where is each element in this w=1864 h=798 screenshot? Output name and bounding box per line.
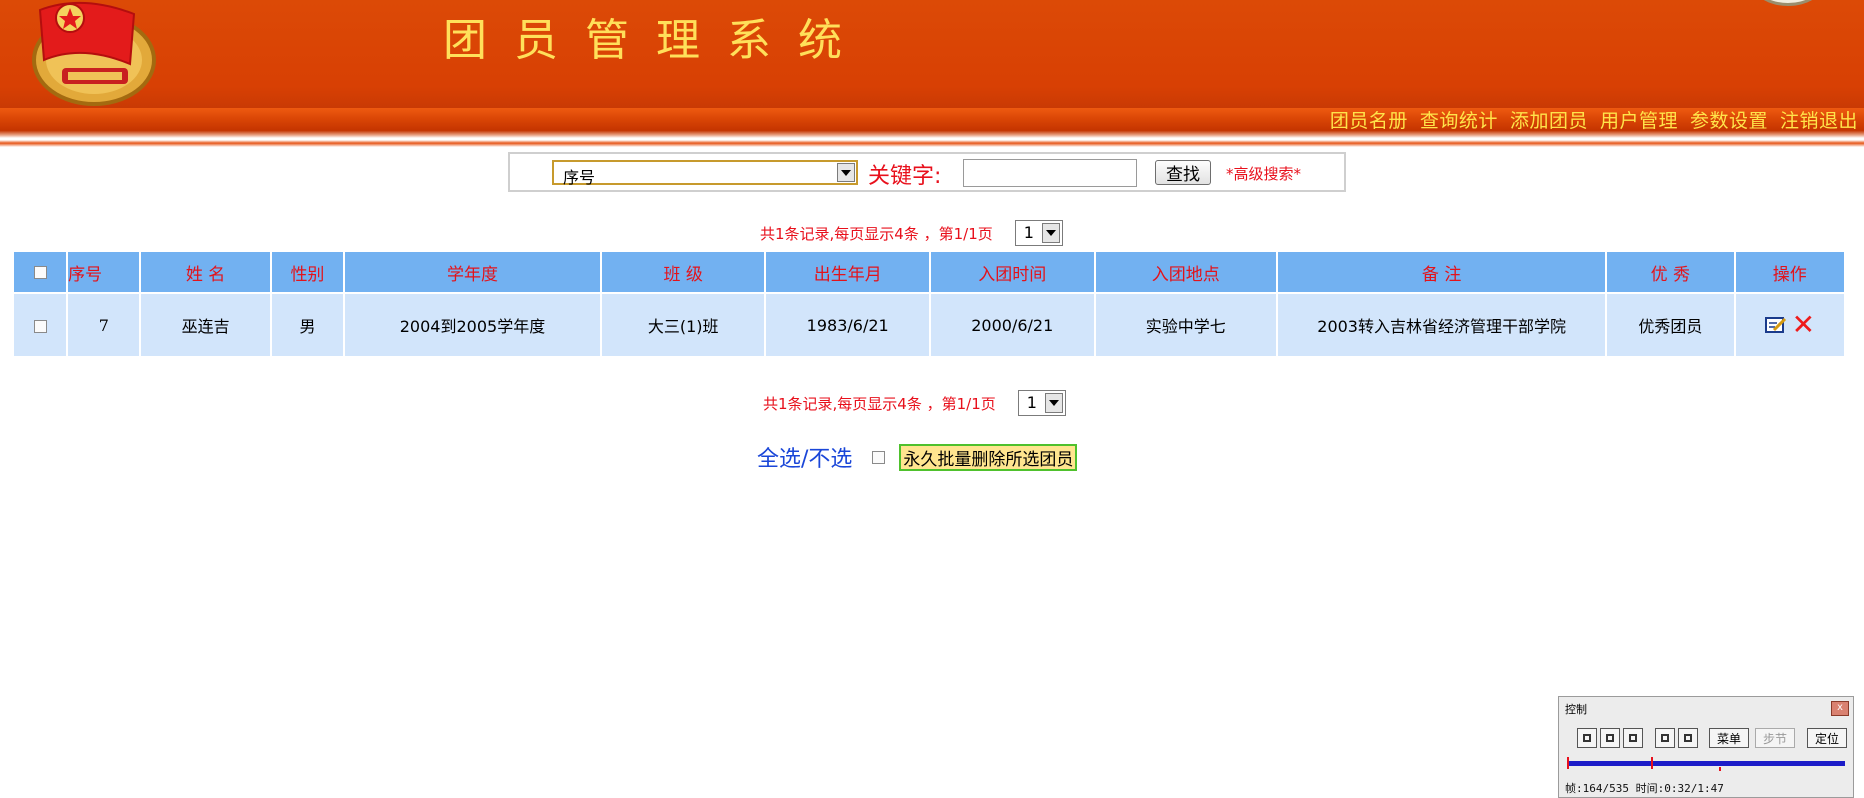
pager-top: 共1条记录,每页显示4条 ，第1/1页 1 [760,220,1063,246]
search-panel: 序号 关键字: 查找 *高级搜索* [508,152,1346,192]
cell-birth-date: 1983/6/21 [766,294,929,356]
row-checkbox[interactable] [33,319,47,333]
col-header: 入团时间 [930,252,1094,292]
col-header: 入团地点 [1095,252,1277,292]
divider [0,140,1864,147]
cell-id: 7 [68,294,140,356]
select-all-label: 全选/不选 [757,447,853,472]
col-header: 操作 [1735,252,1844,292]
row-select-cell [14,294,67,356]
col-header: 姓 名 [141,252,270,292]
stop-button[interactable] [1600,728,1620,748]
chevron-down-icon[interactable] [1041,223,1060,243]
cell-gender: 男 [271,294,344,356]
close-icon[interactable]: x [1831,701,1849,716]
cell-actions: ✕ [1735,294,1844,356]
bulk-actions: 全选/不选 永久批量删除所选团员 [757,441,1078,473]
fullscreen-button[interactable] [1678,728,1698,748]
cell-excellent: 优秀团员 [1607,294,1734,356]
nav-roster[interactable]: 团员名册 [1330,106,1408,133]
col-header: 班 级 [601,252,765,292]
chevron-down-icon[interactable] [1044,393,1063,413]
search-field-value: 序号 [563,168,596,187]
record-summary: 共1条记录,每页显示4条 ，第1/1页 [760,224,993,243]
fit-window-button[interactable] [1655,728,1675,748]
progress-playhead[interactable] [1651,757,1653,769]
playback-progress-track[interactable] [1567,761,1845,766]
chevron-down-icon[interactable] [837,163,855,182]
table-header-row: 序号 姓 名 性别 学年度 班 级 出生年月 入团时间 入团地点 备 注 优 秀… [14,252,1844,292]
step-button[interactable]: 步节 [1755,728,1795,748]
col-header: 出生年月 [766,252,929,292]
page-title: 团员管理系统 [443,15,869,66]
keyword-input[interactable] [963,159,1137,187]
cell-school-year: 2004到2005学年度 [345,294,600,356]
page-select-value: 1 [1023,223,1034,242]
header-bar: 团员管理系统 [0,0,1864,108]
nav-parameter-settings[interactable]: 参数设置 [1690,106,1768,133]
page-select-value: 1 [1026,393,1037,412]
edit-icon[interactable] [1764,316,1787,334]
nav-query-stats[interactable]: 查询统计 [1420,106,1498,133]
top-nav: 团员名册 查询统计 添加团员 用户管理 参数设置 注销退出 [1330,106,1858,133]
cell-join-date: 2000/6/21 [930,294,1094,356]
progress-marker [1719,767,1721,771]
locate-button[interactable]: 定位 [1807,728,1847,748]
nav-add-member[interactable]: 添加团员 [1510,106,1588,133]
nav-logout[interactable]: 注销退出 [1780,106,1858,133]
page-select[interactable]: 1 [1014,220,1063,246]
delete-icon[interactable]: ✕ [1792,311,1815,339]
select-all-checkbox[interactable] [872,450,886,464]
record-summary: 共1条记录,每页显示4条 ，第1/1页 [763,394,996,413]
progress-marker [1567,757,1569,769]
control-panel-title: 控制 [1565,703,1587,716]
menu-button[interactable]: 菜单 [1709,728,1749,748]
header-checkbox[interactable] [33,265,47,279]
nav-user-management[interactable]: 用户管理 [1600,106,1678,133]
pager-bottom: 共1条记录,每页显示4条 ，第1/1页 1 [763,390,1066,416]
cell-remark: 2003转入吉林省经济管理干部学院 [1278,294,1606,356]
header-select-cell [14,252,67,292]
col-header: 性别 [271,252,344,292]
member-table: 序号 姓 名 性别 学年度 班 级 出生年月 入团时间 入团地点 备 注 优 秀… [12,250,1846,358]
col-header: 学年度 [345,252,600,292]
playback-control-panel: 控制 x 菜单 步节 定位 帧:164/535 时间:0:32/1:47 [1558,696,1854,798]
table-row: 7 巫连吉 男 2004到2005学年度 大三(1)班 1983/6/21 20… [14,294,1844,356]
pause-button[interactable] [1577,728,1597,748]
keyword-label: 关键字: [868,164,942,189]
cell-class: 大三(1)班 [601,294,765,356]
corner-emblem-icon [1752,0,1824,6]
cell-join-place: 实验中学七 [1095,294,1277,356]
col-header: 序号 [68,252,140,292]
search-field-select[interactable]: 序号 [552,160,858,187]
next-frame-button[interactable] [1623,728,1643,748]
page-select[interactable]: 1 [1017,390,1066,416]
find-button[interactable]: 查找 [1155,160,1211,185]
cell-name: 巫连吉 [141,294,270,356]
bulk-delete-button[interactable]: 永久批量删除所选团员 [899,443,1078,471]
advanced-search-link[interactable]: *高级搜索* [1226,163,1301,184]
col-header: 备 注 [1278,252,1606,292]
col-header: 优 秀 [1607,252,1734,292]
youth-league-emblem-icon [32,1,156,106]
